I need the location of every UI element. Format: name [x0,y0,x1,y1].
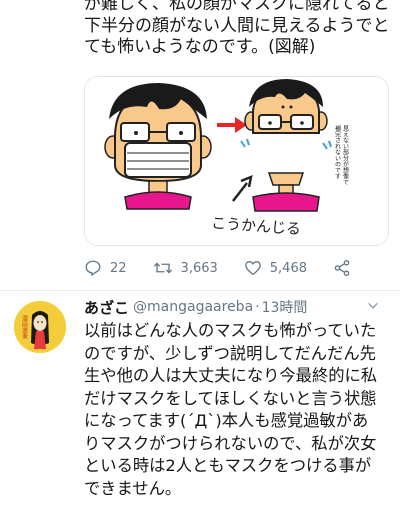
share-button[interactable] [333,259,351,277]
chevron-down-icon[interactable] [366,299,380,313]
vertical-caption-line: 見えない部分が想像で [342,125,349,185]
like-button[interactable]: 5,468 [244,259,307,277]
tweet-text-line: が難しく、私の顔がマスクに隠れてると [84,0,390,14]
reply-separator: · [255,299,260,315]
reply-text-line: といる時は2人ともマスクをつける事が [84,456,372,475]
red-arrow [217,117,247,133]
retweet-count: 3,663 [180,260,218,276]
masked-face-figure [104,83,212,210]
reply-timestamp[interactable]: 13時間 [262,297,308,317]
tweet-text-line: 下半分の顔がない人間に見えるようでと [84,15,390,36]
tweet-text-line: ても怖いようなのです。(図解) [84,37,316,57]
reply-display-name[interactable]: あざこ [84,297,129,318]
reply-button[interactable]: 22 [84,259,127,277]
reply-text: 以前はどんな人のマスクも怖がっていた のですが、少しずつ説明してだんだん先 生や… [84,320,396,500]
mask-illustration: 見えない部分が想像で 補完されないのです こうかんじる [104,79,349,238]
tweet-divider [0,290,400,291]
retweet-button[interactable]: 3,663 [153,259,218,277]
reply-header: あざこ @mangagaareba · 13時間 [84,296,394,318]
tweet-image[interactable]: 見えない部分が想像で 補完されないのです こうかんじる [84,76,389,246]
reply-text-line: 以前はどんな人のマスクも怖がっていた [84,321,377,340]
avatar-text: 漫画道楽 [21,314,28,340]
like-count: 5,468 [269,260,307,276]
like-icon [244,261,261,276]
black-arrow [232,174,253,202]
reply-text-line: だけマスクをしてほしくないと言う状態 [84,388,377,408]
reply-text-line: りマスクがつけられないので、私が次女 [84,433,377,453]
avatar-illustration: 漫画道楽 [14,301,66,353]
reply-text-line: のですが、少しずつ説明してだんだん先 [84,343,376,363]
vertical-caption-line: 補完されないのです [334,124,341,179]
reply-count: 22 [110,260,127,276]
upper-face-figure [240,79,332,150]
tweet-actions: 22 3,663 5,468 [84,256,384,280]
vertical-caption: 見えない部分が想像で 補完されないのです [334,124,349,185]
handwritten-caption: こうかんじる [211,214,302,238]
reply-handle[interactable]: @mangagaareba [133,299,253,315]
avatar[interactable]: 漫画道楽 [14,301,66,353]
retweet-icon [153,262,172,274]
reply-text-line: できません。 [84,478,182,498]
reply-icon [85,260,101,276]
tweet-text: が難しく、私の顔がマスクに隠れてると 下半分の顔がない人間に見えるようでと ても… [84,0,394,59]
share-icon [334,259,350,277]
reply-text-line: になってます(´Д`)本人も感覚過敏があ [84,411,369,430]
lower-body-figure [252,172,320,212]
reply-text-line: 生や他の人は大丈夫になり今最終的に私 [84,366,378,385]
